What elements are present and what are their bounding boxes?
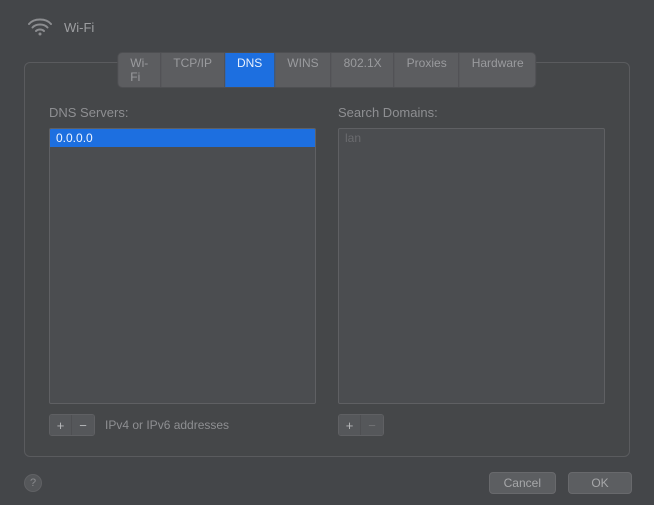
titlebar: Wi-Fi xyxy=(0,0,654,52)
tab-bar: Wi-Fi TCP/IP DNS WINS 802.1X Proxies Har… xyxy=(118,53,535,87)
settings-panel: Wi-Fi TCP/IP DNS WINS 802.1X Proxies Har… xyxy=(24,62,630,457)
dns-servers-list[interactable]: 0.0.0.0 xyxy=(49,128,316,404)
dns-server-entry[interactable]: 0.0.0.0 xyxy=(50,129,315,147)
search-add-button[interactable]: + xyxy=(339,415,361,435)
wifi-icon xyxy=(28,17,52,37)
tab-8021x[interactable]: 802.1X xyxy=(332,53,395,87)
content-columns: DNS Servers: 0.0.0.0 + − IPv4 or IPv6 ad… xyxy=(25,63,629,456)
dns-list-footer: + − IPv4 or IPv6 addresses xyxy=(49,414,316,436)
ok-button[interactable]: OK xyxy=(568,472,632,494)
help-button[interactable]: ? xyxy=(24,474,42,492)
footer: ? Cancel OK xyxy=(0,461,654,505)
tab-wifi[interactable]: Wi-Fi xyxy=(118,53,161,87)
tab-proxies[interactable]: Proxies xyxy=(395,53,460,87)
search-remove-button[interactable]: − xyxy=(361,415,383,435)
tab-tcpip[interactable]: TCP/IP xyxy=(161,53,225,87)
search-domain-placeholder: lan xyxy=(339,129,604,147)
dns-servers-column: DNS Servers: 0.0.0.0 + − IPv4 or IPv6 ad… xyxy=(49,105,316,436)
search-domains-column: Search Domains: lan + − xyxy=(338,105,605,436)
cancel-button[interactable]: Cancel xyxy=(489,472,556,494)
dns-servers-label: DNS Servers: xyxy=(49,105,316,120)
dns-add-remove-group: + − xyxy=(49,414,95,436)
settings-window: Wi-Fi Wi-Fi TCP/IP DNS WINS 802.1X Proxi… xyxy=(0,0,654,505)
dns-remove-button[interactable]: − xyxy=(72,415,94,435)
tab-hardware[interactable]: Hardware xyxy=(460,53,536,87)
tab-wins[interactable]: WINS xyxy=(275,53,331,87)
footer-buttons: Cancel OK xyxy=(489,472,632,494)
dns-add-button[interactable]: + xyxy=(50,415,72,435)
search-add-remove-group: + − xyxy=(338,414,384,436)
search-list-footer: + − xyxy=(338,414,605,436)
page-title: Wi-Fi xyxy=(64,20,94,35)
tab-dns[interactable]: DNS xyxy=(225,53,275,87)
dns-hint: IPv4 or IPv6 addresses xyxy=(105,418,229,432)
search-domains-label: Search Domains: xyxy=(338,105,605,120)
search-domains-list[interactable]: lan xyxy=(338,128,605,404)
